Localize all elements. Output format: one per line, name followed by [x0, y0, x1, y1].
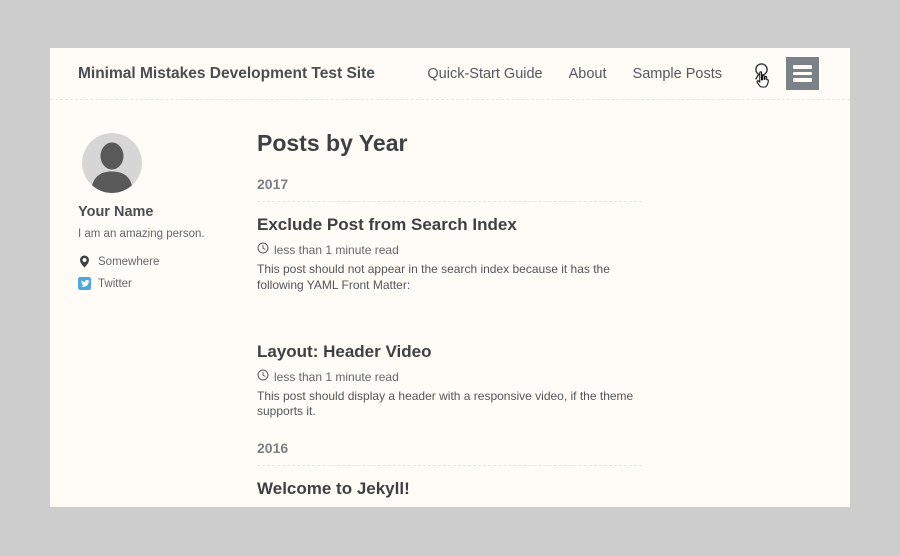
author-name: Your Name — [78, 204, 257, 220]
content-area: Your Name I am an amazing person. Somewh… — [50, 100, 850, 507]
masthead: Minimal Mistakes Development Test Site Q… — [50, 48, 850, 100]
post-meta: less than 1 minute read — [257, 369, 642, 384]
primary-nav: Quick-Start Guide About Sample Posts — [427, 66, 722, 82]
clock-icon — [257, 242, 269, 257]
nav-item-quick-start-guide[interactable]: Quick-Start Guide — [427, 66, 542, 82]
author-links: Somewhere Twitter — [78, 255, 257, 290]
post-meta: less than 1 minute read — [257, 242, 642, 257]
post-item: Welcome to Jekyll! less than 1 minute re… — [257, 466, 642, 507]
avatar — [82, 133, 142, 193]
twitter-icon — [78, 277, 91, 290]
post-item: Layout: Header Video less than 1 minute … — [257, 329, 642, 420]
clock-icon — [257, 369, 269, 384]
year-section-2016: 2016 Welcome to Jekyll! less than 1 minu… — [257, 440, 642, 507]
post-title-link[interactable]: Layout: Header Video — [257, 342, 642, 362]
year-heading: 2016 — [257, 440, 642, 466]
author-sidebar: Your Name I am an amazing person. Somewh… — [78, 130, 257, 507]
author-location-link[interactable]: Somewhere — [78, 255, 257, 268]
author-location-label: Somewhere — [98, 256, 159, 268]
site-page-card: Minimal Mistakes Development Test Site Q… — [50, 48, 850, 507]
author-bio: I am an amazing person. — [78, 228, 257, 240]
site-title-link[interactable]: Minimal Mistakes Development Test Site — [78, 65, 375, 83]
person-silhouette-icon — [82, 180, 142, 193]
map-marker-icon — [78, 255, 91, 268]
year-heading: 2017 — [257, 176, 642, 202]
post-excerpt: This post should not appear in the searc… — [257, 262, 642, 292]
year-section-2017: 2017 Exclude Post from Search Index less… — [257, 176, 642, 419]
post-title-link[interactable]: Exclude Post from Search Index — [257, 215, 642, 235]
hamburger-icon — [793, 65, 812, 82]
read-time: less than 1 minute read — [274, 243, 399, 257]
author-twitter-link[interactable]: Twitter — [78, 277, 257, 290]
search-icon — [751, 71, 770, 86]
posts-archive: Posts by Year 2017 Exclude Post from Sea… — [257, 130, 642, 507]
nav-item-sample-posts[interactable]: Sample Posts — [633, 66, 722, 82]
post-excerpt: This post should display a header with a… — [257, 389, 642, 419]
search-button[interactable] — [749, 61, 771, 87]
read-time: less than 1 minute read — [274, 370, 399, 384]
author-twitter-label: Twitter — [98, 278, 132, 290]
nav-item-about[interactable]: About — [569, 66, 607, 82]
post-title-link[interactable]: Welcome to Jekyll! — [257, 479, 642, 499]
menu-toggle-button[interactable] — [786, 57, 819, 90]
page-title: Posts by Year — [257, 132, 642, 155]
post-item: Exclude Post from Search Index less than… — [257, 202, 642, 293]
